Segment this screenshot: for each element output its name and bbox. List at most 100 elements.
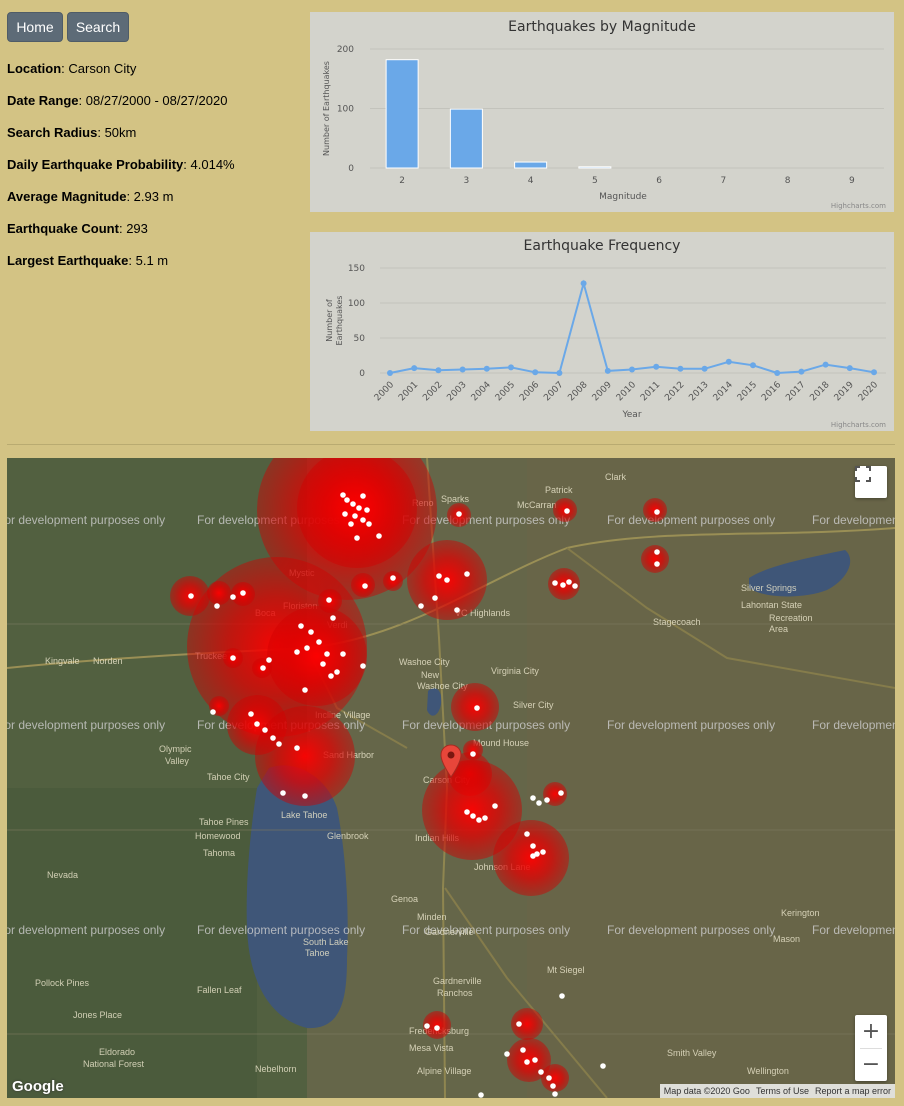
data-point xyxy=(508,364,514,371)
stat-label: Date Range xyxy=(7,93,79,108)
city-label: Lake Tahoe xyxy=(281,810,327,820)
earthquake-radius xyxy=(641,545,669,573)
epicenter-dot xyxy=(230,655,236,661)
map-data-credit: Map data ©2020 Goo xyxy=(663,1086,750,1096)
map-watermark: For development purposes only xyxy=(812,718,895,732)
y-tick-label: 100 xyxy=(348,299,365,309)
earthquake-map[interactable]: For development purposes only For develop… xyxy=(7,458,895,1098)
fullscreen-icon xyxy=(855,466,871,482)
epicenter-dot xyxy=(230,594,236,600)
magnitude-chart-svg: Earthquakes by Magnitude 0 100 200 Number of… xyxy=(322,19,886,210)
x-tick-label: 4 xyxy=(528,176,534,186)
map-watermark: For development purposes only xyxy=(607,513,775,527)
epicenter-dot xyxy=(464,809,470,815)
epicenter-dot xyxy=(546,1075,552,1081)
city-label: Minden xyxy=(417,912,447,922)
epicenter-dot xyxy=(474,705,480,711)
bar xyxy=(578,166,612,169)
city-label: Lahontan State xyxy=(741,600,802,610)
epicenter-dot xyxy=(376,533,382,539)
epicenter-dot xyxy=(566,579,572,585)
city-label: Nebelhorn xyxy=(255,1064,297,1074)
epicenter-dot xyxy=(520,1047,526,1053)
epicenter-dot xyxy=(360,493,366,499)
terms-link[interactable]: Terms of Use xyxy=(756,1086,809,1096)
stat-label: Largest Earthquake xyxy=(7,253,129,268)
stat-label: Location xyxy=(7,61,62,76)
map-watermark: For development purposes only xyxy=(7,923,165,937)
epicenter-dot xyxy=(356,505,362,511)
epicenter-dot xyxy=(280,790,286,796)
home-button[interactable]: Home xyxy=(7,12,63,42)
city-label: Sparks xyxy=(441,494,470,504)
epicenter-dot xyxy=(524,1059,530,1065)
data-point xyxy=(653,363,660,370)
city-label: Eldorado xyxy=(99,1047,135,1057)
epicenter-dot xyxy=(552,580,558,586)
epicenter-dot xyxy=(564,508,570,514)
epicenter-dot xyxy=(544,797,550,803)
data-point xyxy=(387,370,393,376)
report-error-link[interactable]: Report a map error xyxy=(815,1086,891,1096)
epicenter-dot xyxy=(536,800,542,806)
epicenter-dot xyxy=(298,623,304,629)
epicenter-dot xyxy=(456,511,462,517)
city-label: Genoa xyxy=(391,894,418,904)
city-label: Tahoe xyxy=(305,948,330,958)
city-label: Gardnerville xyxy=(433,976,482,986)
epicenter-dot xyxy=(516,1021,522,1027)
epicenter-dot xyxy=(504,1051,510,1057)
zoom-in-button[interactable]: + xyxy=(862,1016,880,1048)
y-tick-label: 50 xyxy=(354,334,366,344)
fullscreen-button[interactable] xyxy=(855,466,887,498)
epicenter-dot xyxy=(308,629,314,635)
stat-label: Search Radius xyxy=(7,125,98,140)
epicenter-dot xyxy=(540,849,546,855)
city-label: Glenbrook xyxy=(327,831,369,841)
earthquake-radius xyxy=(255,706,355,806)
epicenter-dot xyxy=(559,993,565,999)
epicenter-dot xyxy=(360,517,366,523)
epicenter-dot xyxy=(434,1025,440,1031)
city-label: National Forest xyxy=(83,1059,145,1069)
city-label: Pollock Pines xyxy=(35,978,90,988)
city-label: Washoe City xyxy=(399,657,450,667)
stat-location: Location: Carson City xyxy=(7,61,137,76)
city-label: Kingvale xyxy=(45,656,80,666)
epicenter-dot xyxy=(262,727,268,733)
epicenter-dot xyxy=(254,721,260,727)
city-label: Valley xyxy=(165,756,189,766)
zoom-out-button[interactable]: − xyxy=(862,1049,880,1081)
city-label: Clark xyxy=(605,472,627,482)
epicenter-dot xyxy=(354,535,360,541)
stat-value: 4.014% xyxy=(190,157,235,172)
city-label: Smith Valley xyxy=(667,1048,717,1058)
epicenter-dot xyxy=(470,813,476,819)
frequency-chart-svg: Earthquake Frequency 0 50 100 150 Number of Ea… xyxy=(325,238,886,429)
x-tick-label: 2014 xyxy=(712,380,735,403)
chart-title: Earthquake Frequency xyxy=(524,238,681,254)
map-attribution: Map data ©2020 Goo Terms of Use Report a… xyxy=(659,1084,895,1098)
epicenter-dot xyxy=(432,595,438,601)
x-tick-label: 2020 xyxy=(857,380,880,403)
city-label: Nevada xyxy=(47,870,78,880)
epicenter-dot xyxy=(478,1092,484,1098)
epicenter-dot xyxy=(530,795,536,801)
location-pin-icon[interactable] xyxy=(440,744,462,778)
city-label: Virginia City xyxy=(491,666,539,676)
data-point xyxy=(459,366,466,373)
frequency-chart: Earthquake Frequency 0 50 100 150 Number of Ea… xyxy=(310,232,894,431)
city-label: Homewood xyxy=(195,831,241,841)
epicenter-dot xyxy=(270,735,276,741)
city-label: New xyxy=(421,670,440,680)
map-canvas[interactable]: For development purposes only For develop… xyxy=(7,458,895,1098)
city-label: Tahoe Pines xyxy=(199,817,249,827)
x-tick-label: 2006 xyxy=(518,380,541,403)
epicenter-dot xyxy=(558,790,564,796)
stat-largest-earthquake: Largest Earthquake: 5.1 m xyxy=(7,253,169,268)
search-button[interactable]: Search xyxy=(67,12,129,42)
x-tick-label: 2 xyxy=(399,176,405,186)
city-label: Wellington xyxy=(747,1066,789,1076)
chart-title: Earthquakes by Magnitude xyxy=(508,19,696,35)
google-logo: Google xyxy=(12,1078,64,1095)
